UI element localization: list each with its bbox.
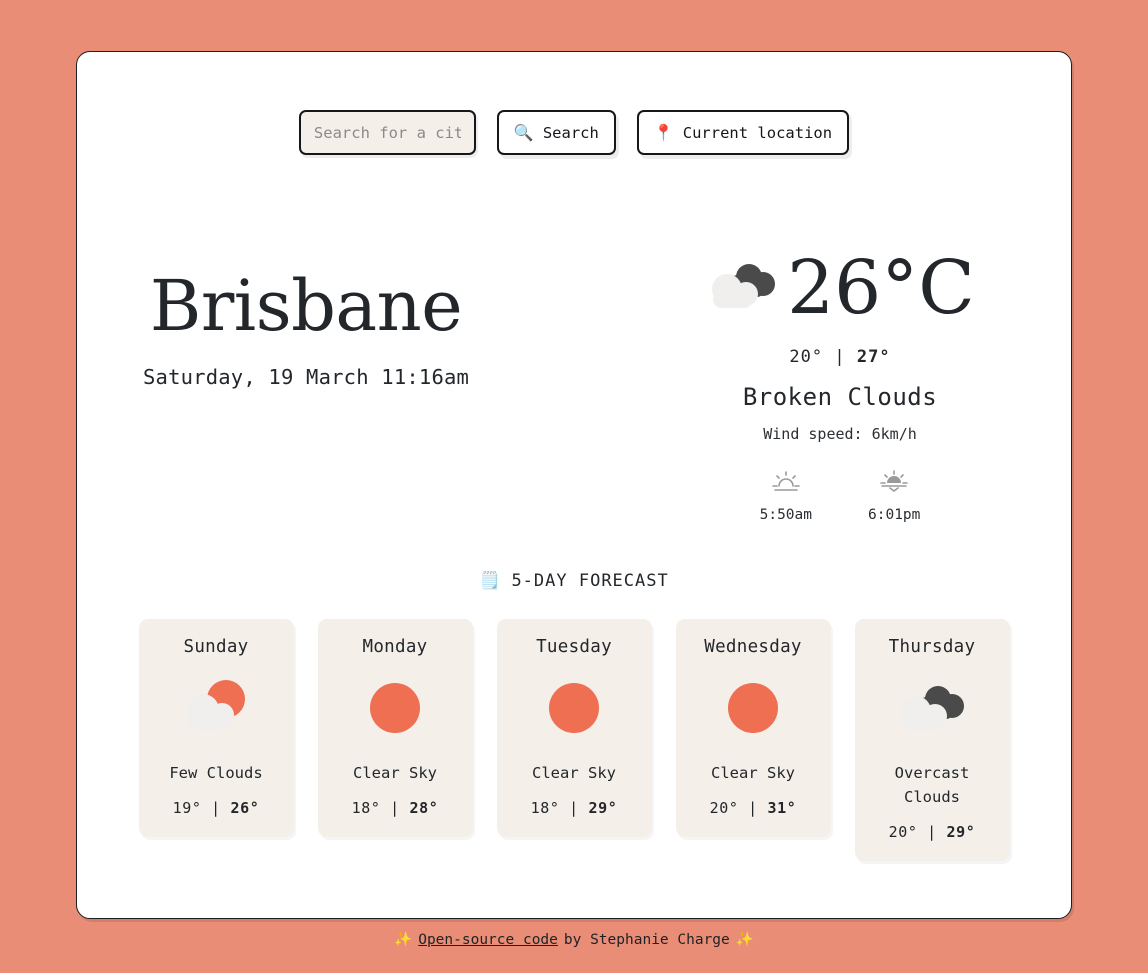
forecast-separator: |	[390, 799, 400, 818]
sunrise-cell: 5:50am	[760, 469, 812, 523]
forecast-card: Wednesday Clear Sky 20° | 31°	[675, 619, 831, 838]
search-button[interactable]: 🔍 Search	[496, 110, 616, 155]
current-low: 20°	[789, 347, 824, 367]
forecast-separator: |	[211, 799, 221, 818]
forecast-low: 20°	[709, 799, 739, 818]
forecast-day: Thursday	[888, 637, 976, 657]
forecast-day: Sunday	[183, 637, 249, 657]
current-location-button[interactable]: 📍 Current location	[636, 110, 850, 155]
current-temperature: 26°C	[787, 245, 975, 331]
temperature-row: 26°C	[705, 251, 975, 325]
sunrise-time: 5:50am	[759, 507, 812, 523]
forecast-day: Tuesday	[536, 637, 612, 657]
sparkle-icon: ✨	[735, 932, 754, 948]
overcast-clouds-icon	[891, 665, 973, 751]
forecast-low: 20°	[888, 823, 918, 842]
search-input[interactable]	[298, 110, 476, 155]
current-weather-section: Brisbane Saturday, 19 March 11:16am 26°C…	[77, 251, 1071, 523]
forecast-description: Overcast Clouds	[894, 764, 970, 807]
weather-app-panel: 🔍 Search 📍 Current location Brisbane Sat…	[76, 51, 1072, 919]
forecast-description: Few Clouds	[169, 764, 263, 782]
current-datetime: Saturday, 19 March 11:16am	[143, 365, 470, 389]
sunrise-icon	[771, 469, 801, 497]
page-footer: ✨ Open-source code by Stephanie Charge ✨	[394, 931, 754, 949]
temp-separator: |	[834, 347, 846, 367]
current-high-low: 20° | 27°	[789, 347, 890, 367]
forecast-day: Wednesday	[704, 637, 802, 657]
forecast-temps: 20° | 29°	[889, 823, 976, 841]
forecast-description: Clear Sky	[353, 764, 437, 782]
forecast-card: Sunday Few Clouds 19° | 26°	[138, 619, 294, 838]
clear-sky-icon	[712, 665, 794, 751]
forecast-temps: 19° | 26°	[173, 799, 260, 817]
forecast-description: Clear Sky	[711, 764, 795, 782]
current-high: 27°	[856, 347, 891, 367]
search-button-label: Search	[542, 123, 599, 142]
search-bar: 🔍 Search 📍 Current location	[77, 52, 1071, 155]
clear-sky-icon	[533, 665, 615, 751]
current-location-label: Current location	[682, 123, 833, 142]
forecast-card: Tuesday Clear Sky 18° | 29°	[496, 619, 652, 838]
forecast-low: 18°	[530, 799, 560, 818]
forecast-temps: 18° | 29°	[531, 799, 618, 817]
forecast-separator: |	[927, 823, 937, 842]
broken-clouds-icon	[705, 256, 781, 320]
sunset-icon	[879, 469, 909, 497]
wind-speed: Wind speed: 6km/h	[763, 425, 917, 443]
sunset-cell: 6:01pm	[868, 469, 920, 523]
sun-times-row: 5:50am 6:01pm	[760, 469, 920, 523]
clear-sky-icon	[354, 665, 436, 751]
forecast-day: Monday	[362, 637, 428, 657]
open-source-code-link[interactable]: Open-source code	[418, 932, 558, 948]
footer-attribution: by Stephanie Charge	[563, 931, 730, 948]
city-name: Brisbane	[149, 265, 463, 347]
search-icon: 🔍	[513, 122, 534, 142]
forecast-low: 19°	[172, 799, 202, 818]
forecast-high: 29°	[946, 823, 976, 842]
location-block: Brisbane Saturday, 19 March 11:16am	[143, 251, 469, 389]
forecast-separator: |	[748, 799, 758, 818]
forecast-description: Clear Sky	[532, 764, 616, 782]
sparkle-icon: ✨	[394, 932, 413, 948]
sunset-time: 6:01pm	[868, 507, 921, 523]
few-clouds-icon	[175, 665, 257, 751]
forecast-high: 26°	[230, 799, 260, 818]
forecast-card: Thursday Overcast Clouds 20° | 29°	[854, 619, 1010, 862]
current-description: Broken Clouds	[742, 383, 938, 411]
forecast-heading: 🗒️ 5-DAY FORECAST	[77, 571, 1071, 591]
conditions-block: 26°C 20° | 27° Broken Clouds Wind speed:…	[675, 251, 1005, 523]
forecast-high: 28°	[409, 799, 439, 818]
forecast-low: 18°	[351, 799, 381, 818]
forecast-list: Sunday Few Clouds 19° | 26° Monday Clear…	[77, 619, 1071, 862]
forecast-high: 29°	[588, 799, 618, 818]
forecast-temps: 20° | 31°	[710, 799, 797, 817]
forecast-title-text: 5-DAY FORECAST	[511, 571, 669, 591]
forecast-card: Monday Clear Sky 18° | 28°	[317, 619, 473, 838]
forecast-temps: 18° | 28°	[352, 799, 439, 817]
forecast-high: 31°	[767, 799, 797, 818]
forecast-separator: |	[569, 799, 579, 818]
map-pin-icon: 📍	[653, 122, 674, 142]
calendar-notepad-icon: 🗒️	[479, 571, 502, 591]
